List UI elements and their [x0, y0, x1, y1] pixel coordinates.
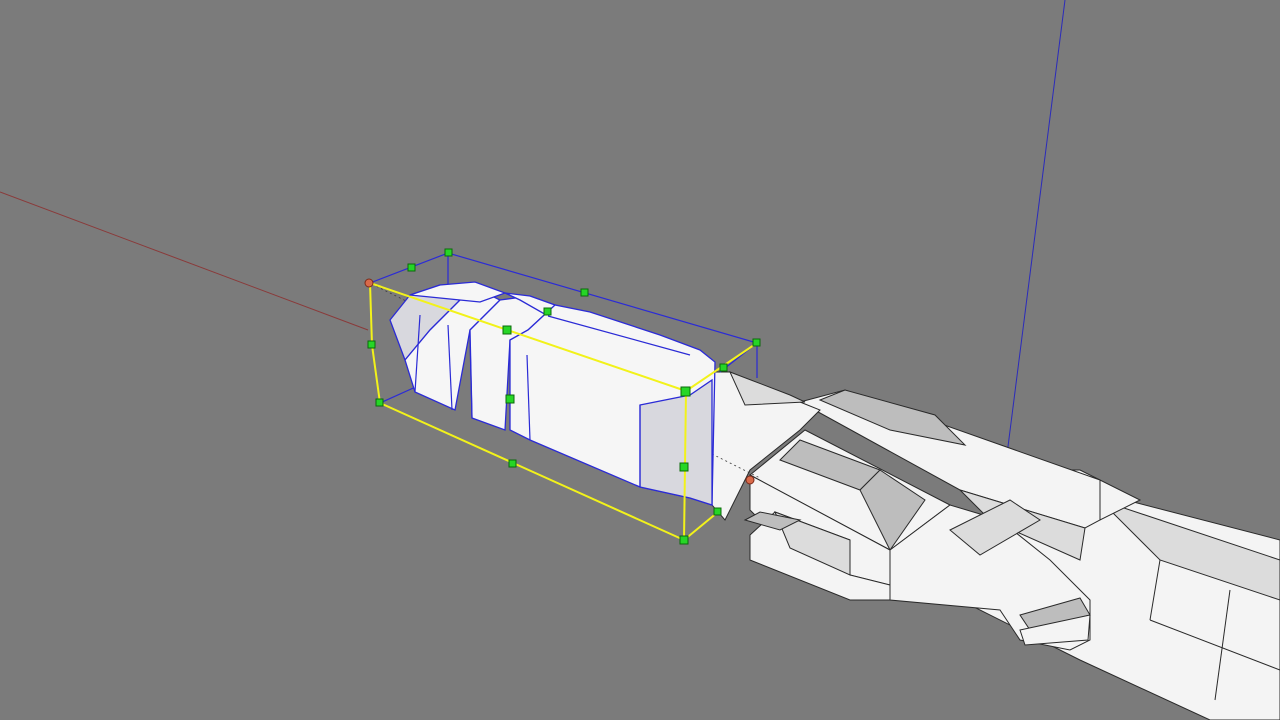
scale-grip-icon[interactable]: [502, 325, 512, 335]
scale-grip-icon[interactable]: [407, 263, 416, 272]
viewport-canvas[interactable]: [0, 0, 1280, 720]
scale-grip-icon[interactable]: [367, 340, 376, 349]
scale-grip-icon[interactable]: [679, 462, 689, 472]
scale-grip-icon[interactable]: [375, 398, 384, 407]
scale-grip-icon[interactable]: [719, 363, 728, 372]
scale-grip-icon[interactable]: [713, 507, 722, 516]
scale-grip-icon[interactable]: [580, 288, 589, 297]
scale-grip-icon[interactable]: [505, 394, 515, 404]
inference-point-icon: [745, 475, 755, 485]
scale-grip-icon[interactable]: [680, 386, 691, 397]
component-origin-icon[interactable]: [364, 278, 374, 288]
scale-grip-icon[interactable]: [543, 307, 552, 316]
scale-grip-icon[interactable]: [679, 535, 689, 545]
scale-grip-icon[interactable]: [508, 459, 517, 468]
model-viewport[interactable]: [0, 0, 1280, 720]
scale-grip-icon[interactable]: [752, 338, 761, 347]
scale-grip-icon[interactable]: [444, 248, 453, 257]
